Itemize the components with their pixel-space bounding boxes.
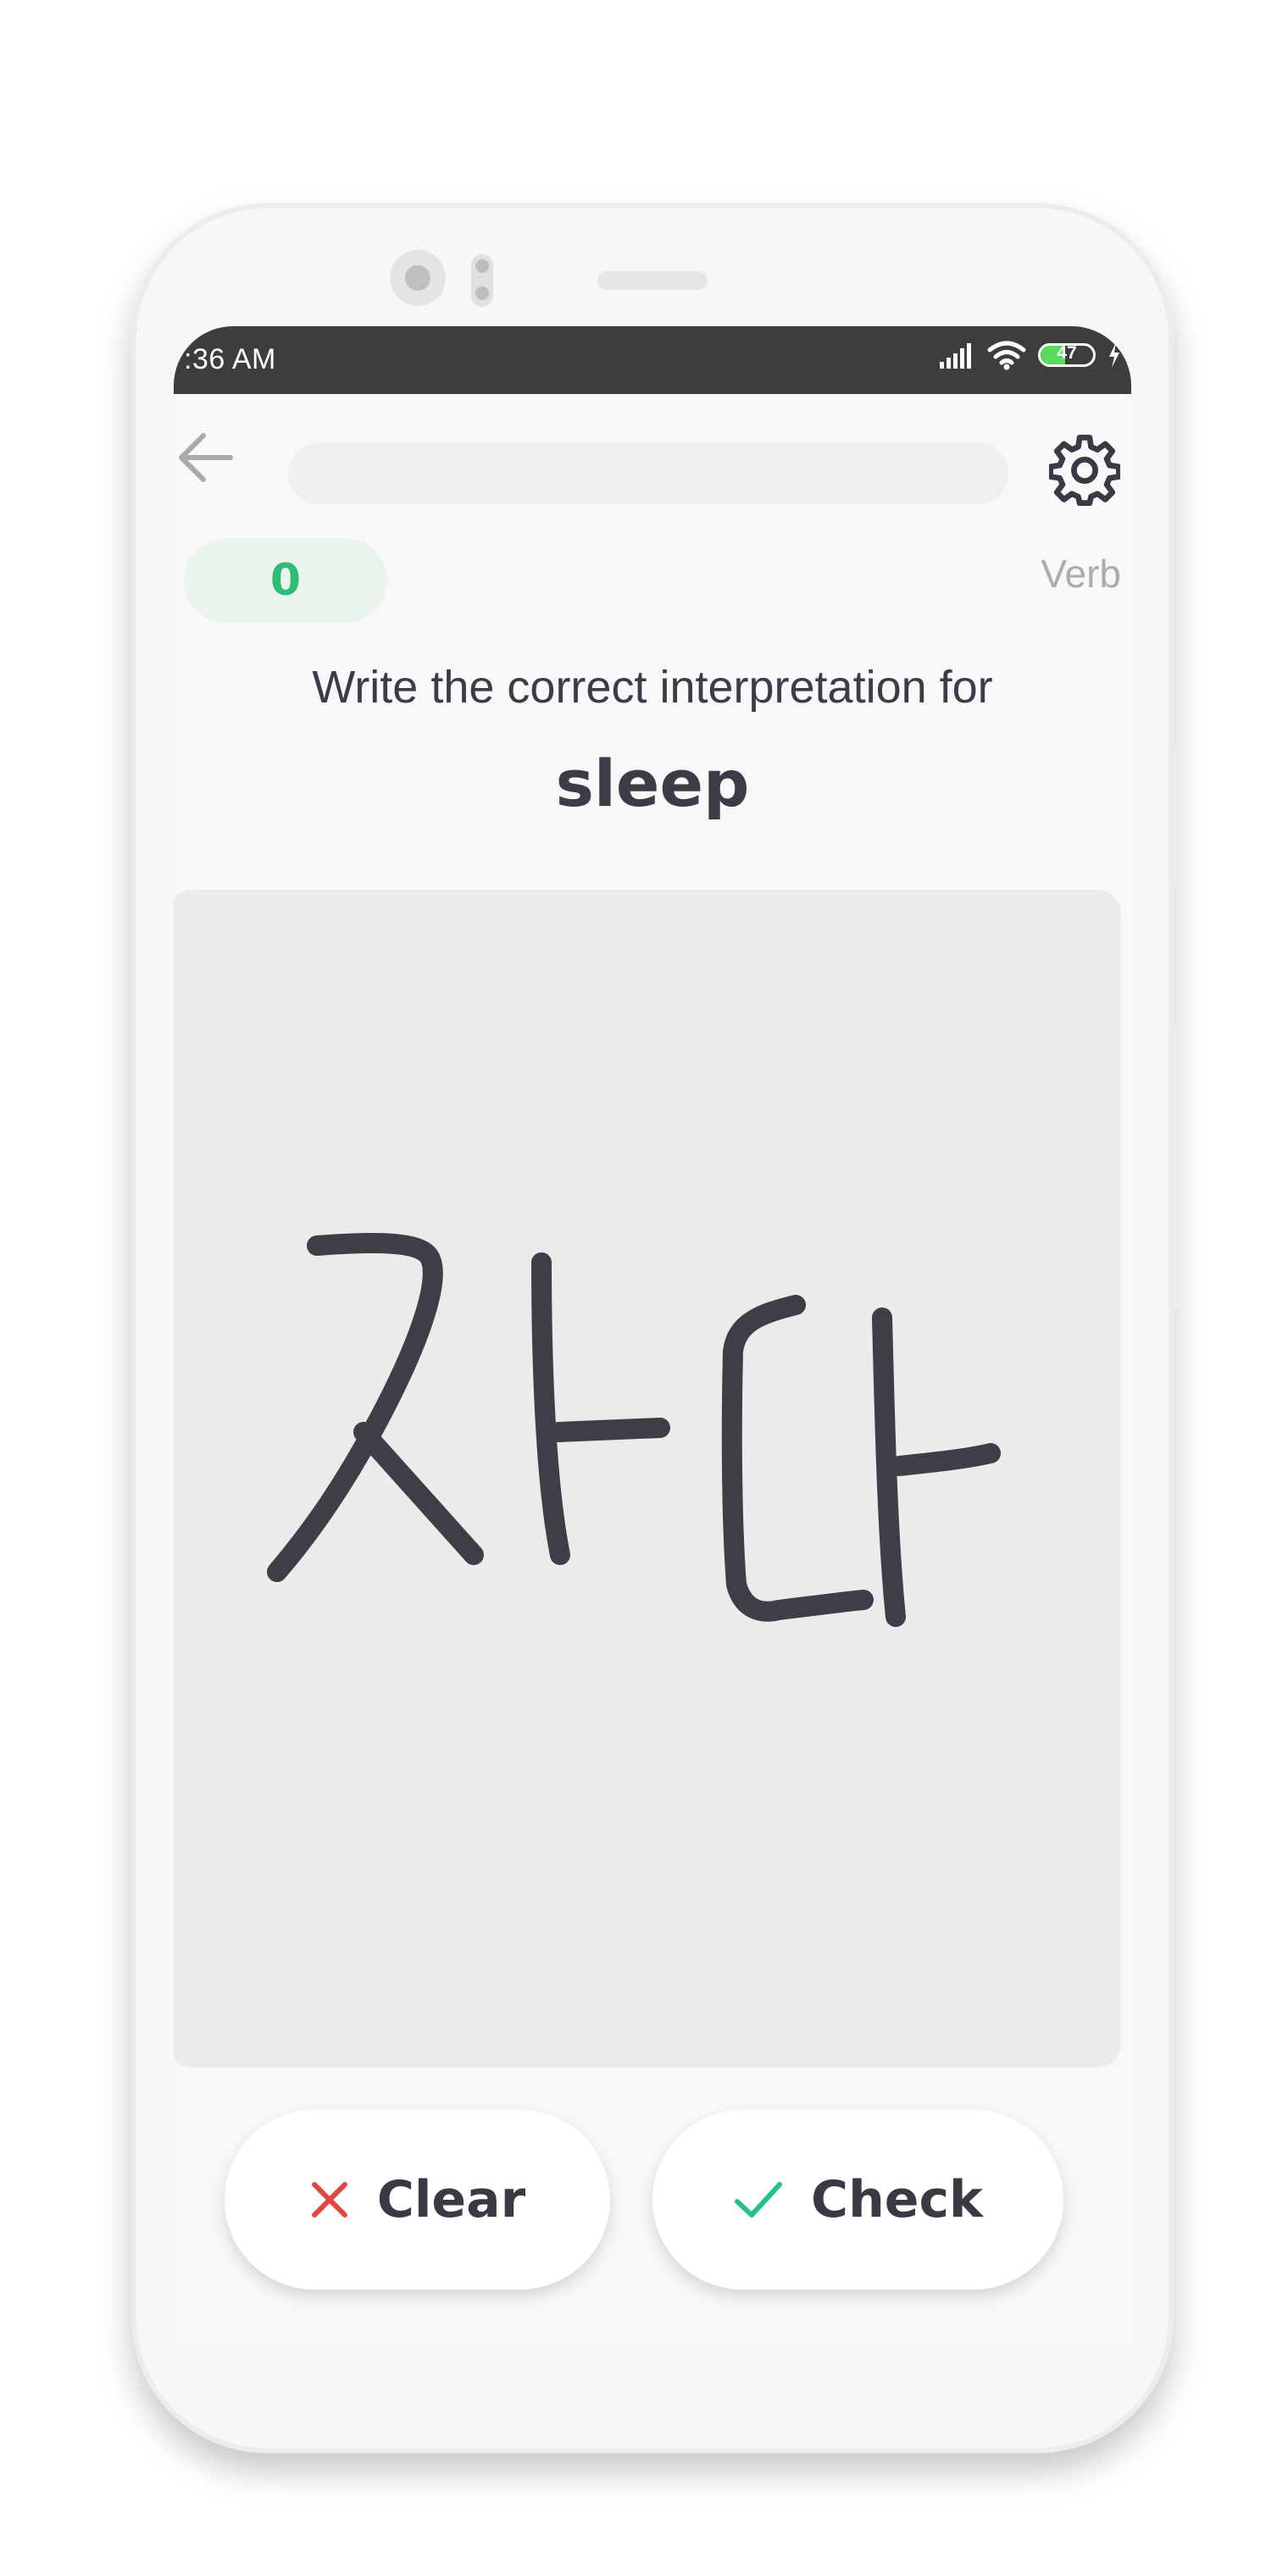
check-button-label: Check — [811, 2170, 983, 2229]
back-button[interactable] — [174, 415, 237, 500]
status-icons: 47 — [938, 340, 1121, 370]
settings-button[interactable] — [1046, 432, 1123, 508]
charging-icon — [1109, 342, 1119, 368]
arrow-left-icon — [178, 433, 233, 482]
earpiece-speaker — [597, 271, 708, 290]
score-badge: 0 — [184, 538, 387, 623]
drawing-canvas[interactable] — [174, 890, 1121, 2068]
target-word: sleep — [555, 746, 750, 821]
phone-side-button-bottom — [1171, 1025, 1181, 1309]
app-screen: :36 AM 47 0 Verb Write the correct inter… — [174, 326, 1131, 2347]
battery-level: 47 — [1057, 343, 1077, 363]
front-camera — [390, 250, 446, 306]
clear-button[interactable]: Clear — [225, 2110, 610, 2290]
word-type-label: Verb — [1041, 552, 1121, 596]
lesson-progress-bar — [288, 443, 1008, 504]
checkmark-icon — [735, 2182, 783, 2218]
status-bar: :36 AM 47 — [174, 326, 1131, 394]
close-icon — [311, 2182, 347, 2218]
proximity-sensor — [471, 254, 493, 307]
top-bar — [174, 415, 1131, 506]
phone-side-button-top — [1171, 746, 1181, 886]
clear-button-label: Clear — [376, 2170, 526, 2229]
gear-icon — [1049, 435, 1120, 506]
question-prompt: Write the correct interpretation for — [312, 662, 993, 713]
wifi-icon — [987, 341, 1026, 370]
score-value: 0 — [269, 555, 302, 606]
signal-icon — [940, 343, 971, 369]
check-button[interactable]: Check — [652, 2110, 1063, 2290]
handwriting-strokes — [267, 1233, 1001, 1627]
battery-icon: 47 — [1038, 343, 1096, 367]
status-time: :36 AM — [184, 343, 276, 375]
